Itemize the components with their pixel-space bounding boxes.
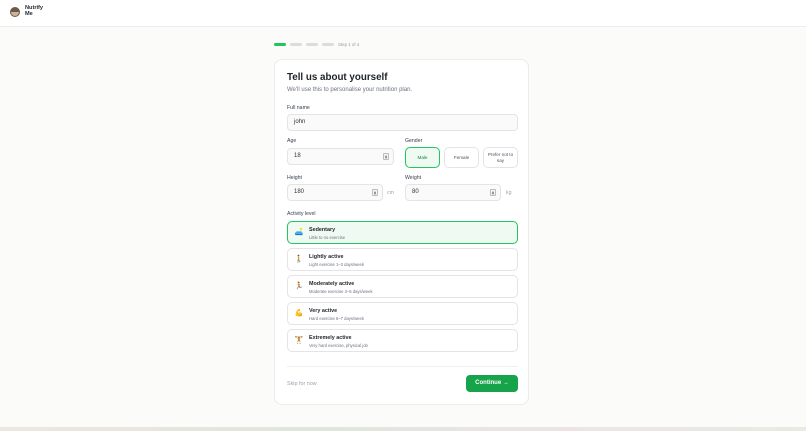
activity-title: Very active [309,308,338,314]
activity-title: Extremely active [309,335,352,341]
progress-segment [274,43,286,46]
activity-description: Hard exercise 6–7 days/week [309,316,364,321]
age-stepper-icon[interactable] [383,153,389,160]
height-input[interactable]: 180 [287,184,383,201]
activity-option-lightly-active[interactable]: 🚶 Lightly active Light exercise 1–3 days… [287,248,518,271]
full-name-input[interactable]: john [287,114,518,131]
height-unit: cm [387,190,394,196]
height-value: 180 [294,189,305,195]
full-name-label: Full name [287,105,310,111]
weight-unit: kg [506,190,512,196]
app-name[interactable]: Nutrify Me [25,5,43,18]
bottom-strip [0,427,806,431]
weight-stepper-icon[interactable] [490,189,496,196]
gender-prefer-not-to-say-button[interactable]: Prefer not to say [483,147,518,168]
activity-option-very-active[interactable]: 💪 Very active Hard exercise 6–7 days/wee… [287,302,518,325]
activity-description: Very hard exercise, physical job [309,343,368,348]
progress-segment [322,43,334,46]
continue-button[interactable]: Continue → [466,375,518,392]
activity-title: Sedentary [309,227,336,233]
weightlifter-icon: 🏋️ [294,337,304,344]
top-bar: Nutrify Me [0,0,806,27]
flexed-biceps-icon: 💪 [294,310,304,317]
footer-divider [287,366,518,367]
activity-option-extremely-active[interactable]: 🏋️ Extremely active Very hard exercise, … [287,329,518,352]
activity-option-sedentary[interactable]: 🛋️ Sedentary Little to no exercise [287,221,518,244]
activity-title: Moderately active [309,281,355,287]
form-title: Tell us about yourself [287,72,388,83]
running-icon: 🏃 [294,283,304,290]
sofa-icon: 🛋️ [294,229,304,236]
profile-form-card: Tell us about yourself We'll use this to… [274,59,529,405]
height-label: Height [287,175,302,181]
weight-label: Weight [405,175,422,181]
height-stepper-icon[interactable] [372,189,378,196]
gender-label: Gender [405,138,423,144]
step-label: Step 1 of 4 [338,42,360,47]
progress-segment [306,43,318,46]
gender-male-button[interactable]: Male [405,147,440,168]
app-logo-icon[interactable] [10,7,20,17]
gender-female-button[interactable]: Female [444,147,479,168]
age-label: Age [287,138,297,144]
walking-icon: 🚶 [294,256,304,263]
skip-for-now-link[interactable]: Skip for now [287,381,317,387]
progress-segment [290,43,302,46]
weight-input[interactable]: 80 [405,184,501,201]
age-value: 18 [294,153,301,159]
activity-description: Moderate exercise 3–5 days/week [309,289,373,294]
activity-level-label: Activity level [287,211,316,217]
activity-description: Light exercise 1–3 days/week [309,262,364,267]
activity-option-moderately-active[interactable]: 🏃 Moderately active Moderate exercise 3–… [287,275,518,298]
activity-title: Lightly active [309,254,344,260]
age-input[interactable]: 18 [287,148,394,165]
weight-value: 80 [412,189,419,195]
activity-description: Little to no exercise [309,235,346,240]
form-subtitle: We'll use this to personalise your nutri… [287,87,413,93]
